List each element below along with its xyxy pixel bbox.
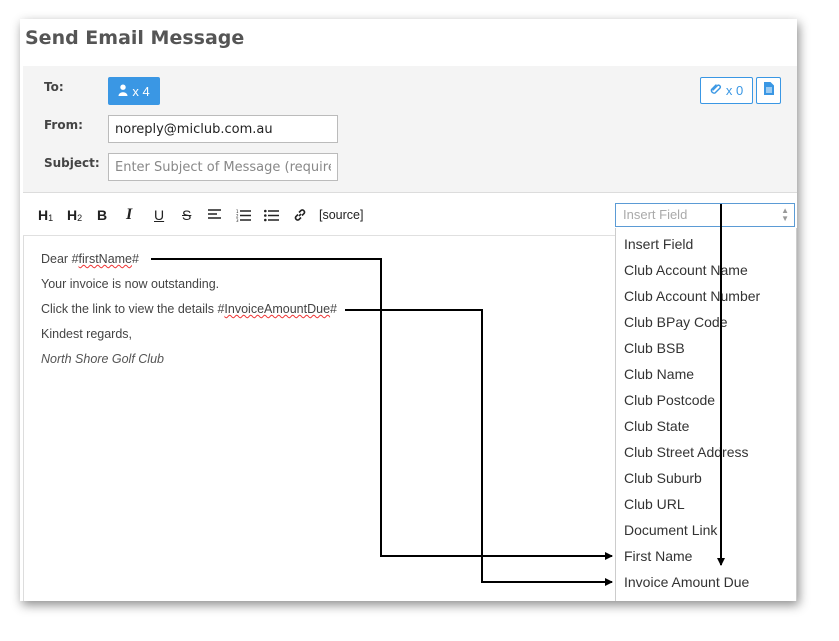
dropdown-option[interactable]: Club Account Number xyxy=(624,288,760,304)
dropdown-option[interactable]: Insert Field xyxy=(624,236,693,252)
italic-icon[interactable]: I xyxy=(126,205,132,225)
line3-prefix: Click the link to view the details # xyxy=(41,302,225,316)
insert-field-placeholder: Insert Field xyxy=(623,207,688,222)
dropdown-option[interactable]: Club Account Name xyxy=(624,262,748,278)
dropdown-option[interactable]: Invoice Amount Due xyxy=(624,574,749,590)
email-dialog: Send Email Message To: From: Subject: x … xyxy=(20,19,797,601)
dropdown-option[interactable]: Club BPay Code xyxy=(624,314,728,330)
bold-icon[interactable]: B xyxy=(97,205,107,225)
body-line-2: Your invoice is now outstanding. xyxy=(41,277,220,291)
first-name-merge-field: firstName xyxy=(78,252,133,266)
bullet-list-icon[interactable] xyxy=(264,205,279,225)
greeting-prefix: Dear # xyxy=(41,252,79,266)
message-header: To: From: Subject: x 4 x 0 xyxy=(23,66,797,193)
insert-field-select[interactable]: Insert Field ▲ ▼ xyxy=(615,203,795,227)
attachments-button[interactable]: x 0 xyxy=(700,77,753,104)
to-label: To: xyxy=(44,80,64,94)
line3-suffix: # xyxy=(330,302,337,316)
subject-label: Subject: xyxy=(44,156,100,170)
svg-text:3: 3 xyxy=(236,218,239,222)
heading2-icon[interactable]: H2 xyxy=(67,205,82,225)
strikethrough-icon[interactable]: S xyxy=(182,205,191,225)
invoice-amount-merge-field: InvoiceAmountDue xyxy=(224,302,331,316)
attachments-count: x 0 xyxy=(725,83,744,98)
body-line-4: Kindest regards, xyxy=(41,327,133,341)
dropdown-option[interactable]: Club Postcode xyxy=(624,392,715,408)
greeting-suffix: # xyxy=(132,252,139,266)
dropdown-option[interactable]: Club Suburb xyxy=(624,470,702,486)
dropdown-option[interactable]: Club Name xyxy=(624,366,694,382)
link-icon[interactable] xyxy=(293,205,307,225)
dropdown-option[interactable]: Club Street Address xyxy=(624,444,749,460)
body-greeting: Dear #firstName# xyxy=(41,252,139,266)
align-left-icon[interactable] xyxy=(208,205,222,225)
underline-icon[interactable]: U xyxy=(154,205,164,225)
dropdown-option[interactable]: Document Link xyxy=(624,522,717,538)
body-signature: North Shore Golf Club xyxy=(41,352,164,366)
from-field[interactable] xyxy=(108,115,338,143)
ordered-list-icon[interactable]: 123 xyxy=(236,205,251,225)
message-body-editor[interactable]: Dear #firstName# Your invoice is now out… xyxy=(23,236,614,601)
dropdown-option[interactable]: Club State xyxy=(624,418,689,434)
document-button[interactable] xyxy=(756,77,781,104)
page-title: Send Email Message xyxy=(25,27,245,49)
from-label: From: xyxy=(44,118,83,132)
document-icon xyxy=(763,81,774,100)
recipients-button[interactable]: x 4 xyxy=(108,77,160,105)
select-caret-icon: ▲ ▼ xyxy=(781,206,789,223)
recipients-count: x 4 xyxy=(132,83,150,99)
subject-input[interactable] xyxy=(108,153,338,181)
source-button[interactable]: [source] xyxy=(319,205,363,225)
heading1-icon[interactable]: H1 xyxy=(38,205,53,225)
insert-field-dropdown: Insert Field Club Account Name Club Acco… xyxy=(615,228,797,601)
body-line-3: Click the link to view the details #Invo… xyxy=(41,302,337,316)
dropdown-option[interactable]: Club URL xyxy=(624,496,685,512)
dropdown-option[interactable]: Club BSB xyxy=(624,340,685,356)
dropdown-option[interactable]: First Name xyxy=(624,548,692,564)
paperclip-icon xyxy=(710,83,722,98)
user-icon xyxy=(118,84,128,99)
